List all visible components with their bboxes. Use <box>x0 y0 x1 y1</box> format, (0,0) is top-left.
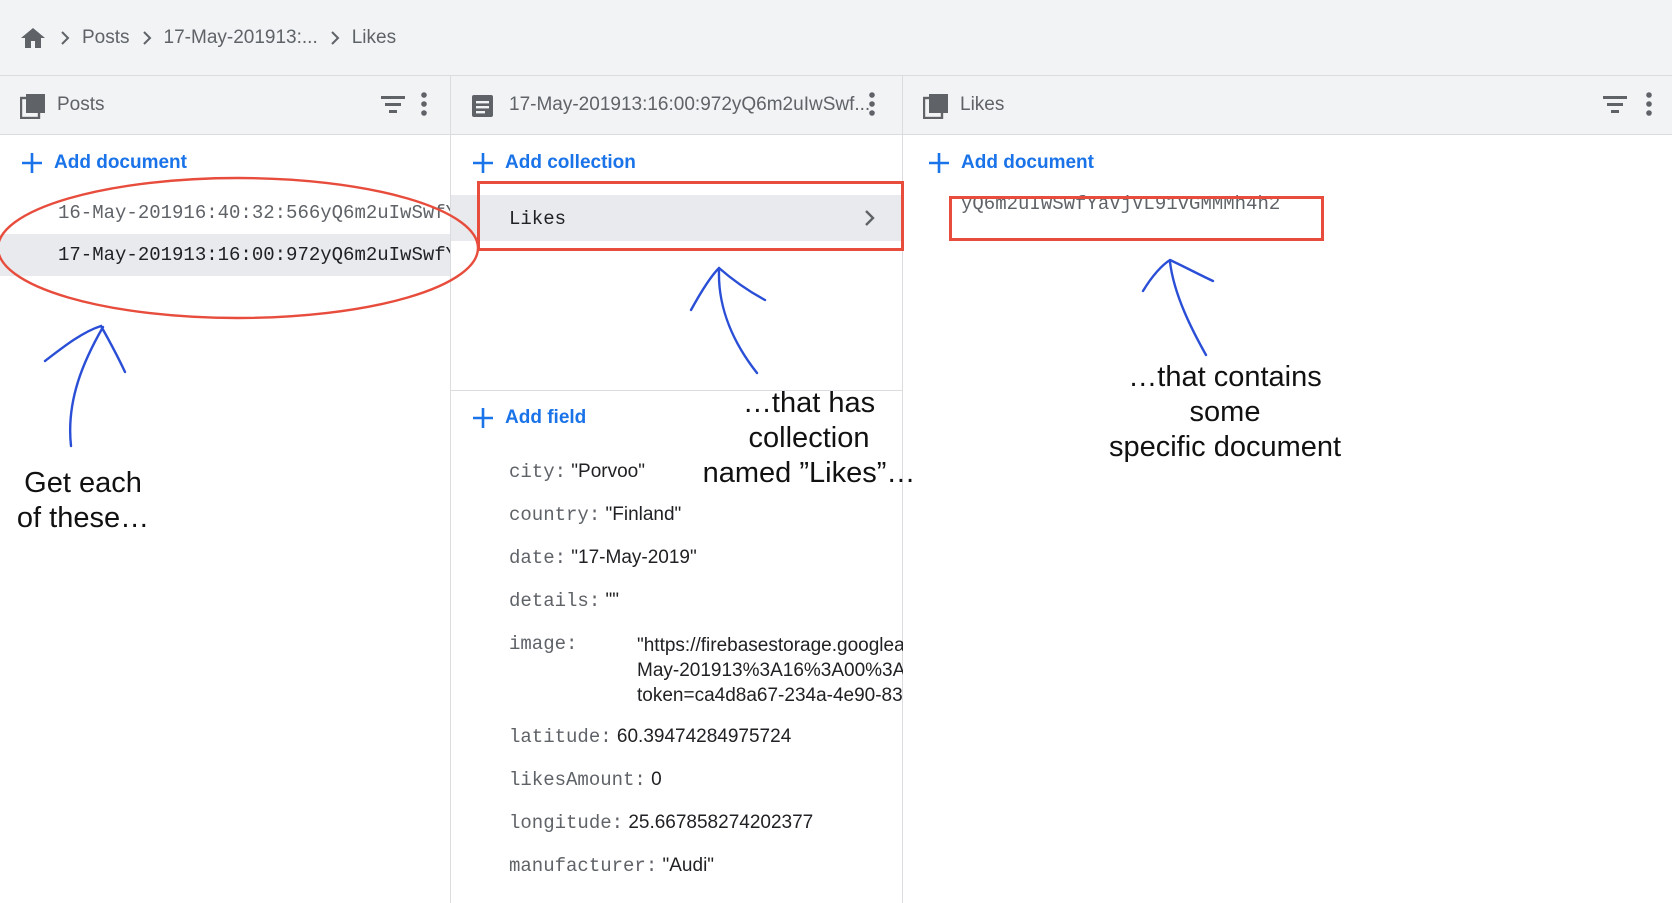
blue-arrow-annotation <box>43 324 127 448</box>
firestore-console: Posts 17-May-201913:... Likes Posts Add … <box>0 0 1672 903</box>
blue-arrow-annotation <box>689 266 767 375</box>
red-ellipse-annotation <box>0 176 480 320</box>
annotation-get-each: Get each of these… <box>16 467 150 534</box>
annotation-contains: …that contains some specific document <box>1108 361 1342 463</box>
annotation-has-collection: …that has collection named ”Likes”… <box>702 387 916 489</box>
blue-arrow-annotation <box>1141 258 1215 357</box>
red-box-annotation <box>949 196 1324 241</box>
red-box-annotation <box>477 181 904 251</box>
